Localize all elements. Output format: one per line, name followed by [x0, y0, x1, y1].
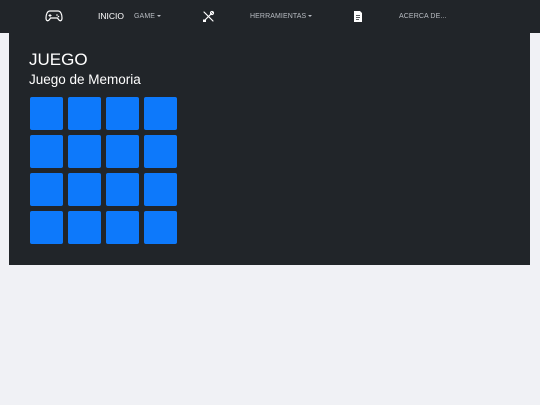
memory-card[interactable] [30, 211, 63, 244]
gamepad-icon[interactable] [45, 9, 63, 23]
chevron-down-icon [157, 15, 162, 17]
document-icon[interactable] [353, 10, 363, 23]
memory-board [30, 97, 177, 244]
chevron-down-icon [308, 15, 313, 17]
page-subtitle: Juego de Memoria [29, 72, 141, 87]
top-navbar: INICIO GAME HERRAMIENTAS ACERCA DE... [0, 0, 540, 33]
memory-card[interactable] [144, 211, 177, 244]
page-title: JUEGO [29, 50, 88, 69]
memory-card[interactable] [30, 97, 63, 130]
memory-card[interactable] [106, 135, 139, 168]
nav-game-label: GAME [134, 12, 156, 20]
memory-card[interactable] [144, 135, 177, 168]
memory-card[interactable] [144, 173, 177, 206]
memory-card[interactable] [106, 173, 139, 206]
memory-card[interactable] [68, 135, 101, 168]
nav-game-dropdown[interactable]: GAME [134, 11, 162, 21]
memory-card[interactable] [144, 97, 177, 130]
nav-herramientas-label: HERRAMIENTAS [250, 12, 307, 20]
memory-card[interactable] [106, 97, 139, 130]
memory-card[interactable] [30, 135, 63, 168]
memory-card[interactable] [68, 211, 101, 244]
memory-card[interactable] [30, 173, 63, 206]
memory-card[interactable] [68, 97, 101, 130]
memory-card[interactable] [68, 173, 101, 206]
tools-icon[interactable] [202, 10, 215, 23]
nav-herramientas-dropdown[interactable]: HERRAMIENTAS [250, 11, 313, 21]
memory-card[interactable] [106, 211, 139, 244]
game-panel: JUEGO Juego de Memoria [9, 33, 530, 265]
nav-acerca-link[interactable]: ACERCA DE... [399, 11, 447, 21]
nav-inicio-link[interactable]: INICIO [98, 10, 124, 22]
